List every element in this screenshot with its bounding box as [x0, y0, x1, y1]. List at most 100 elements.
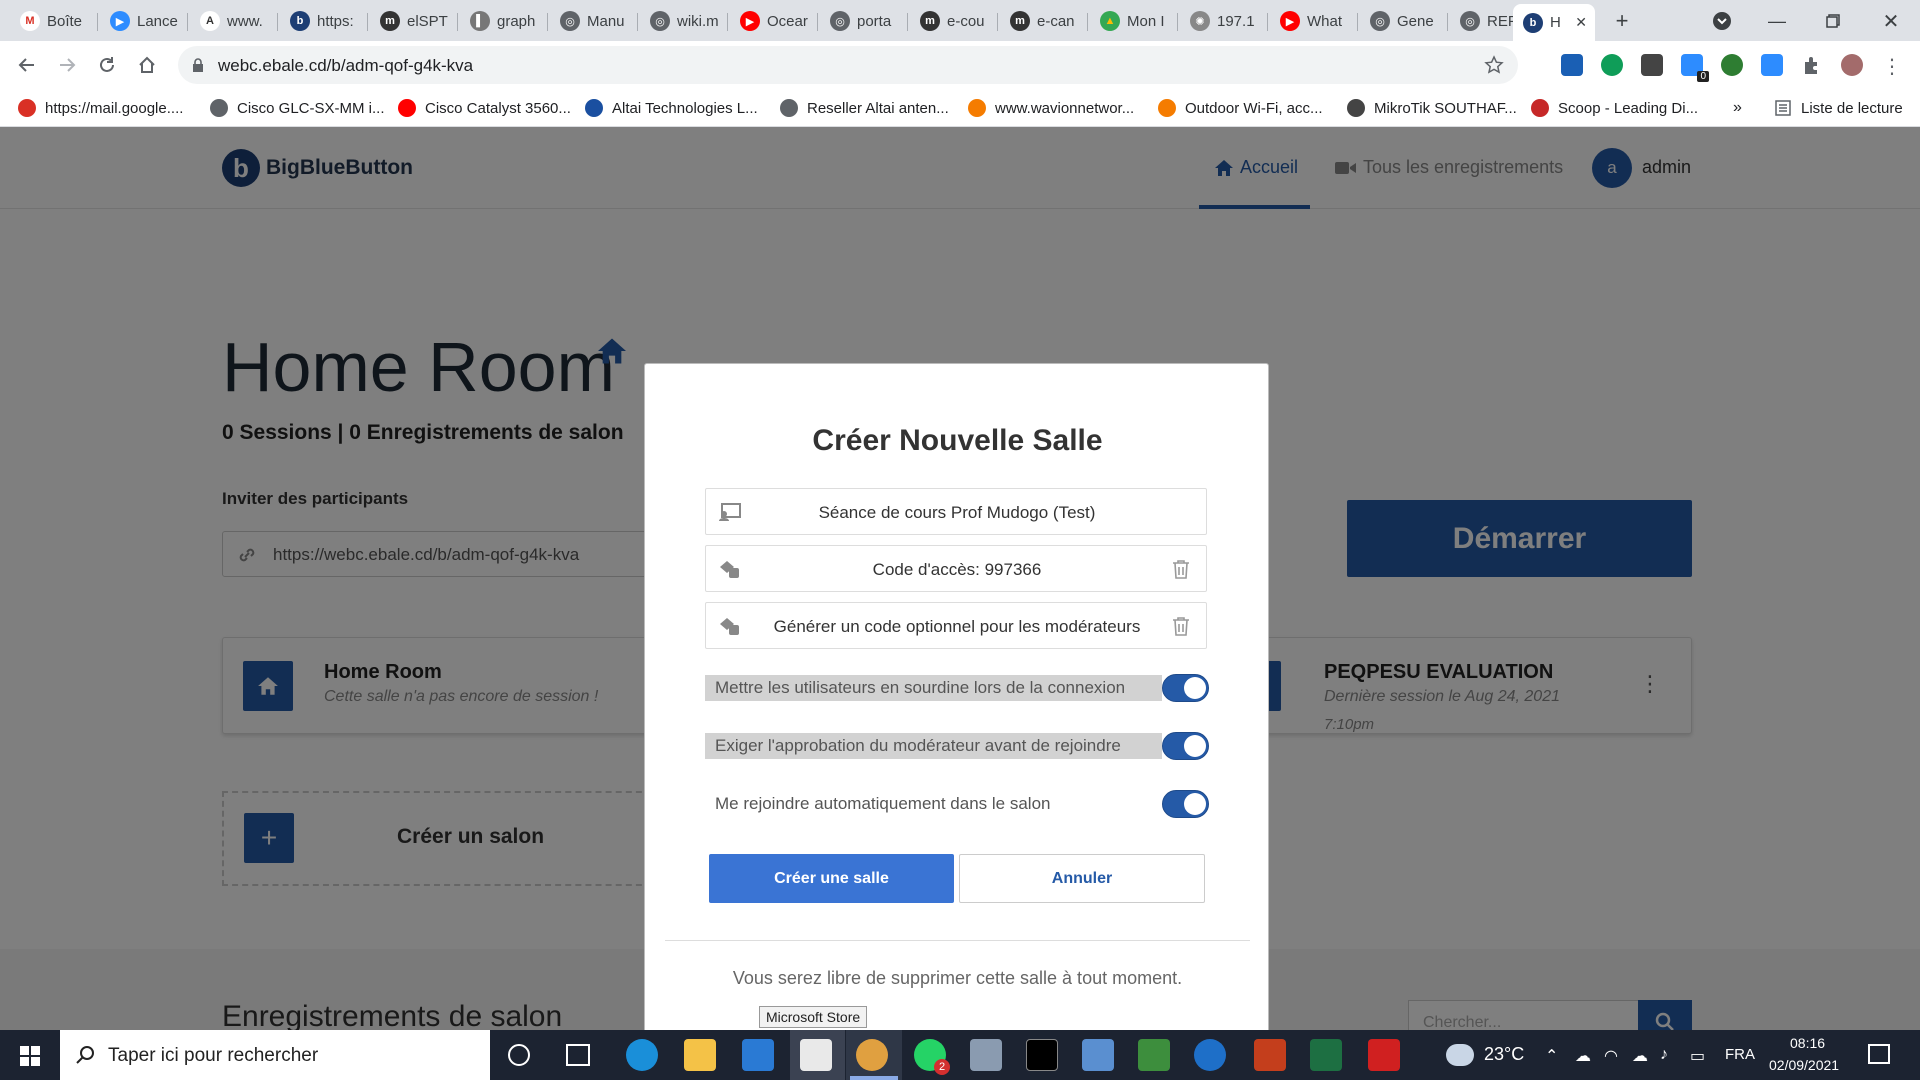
tray-chevron-icon[interactable]: ⌃ — [1545, 1046, 1558, 1066]
network-tool-icon[interactable] — [1368, 1039, 1400, 1071]
forward-button[interactable] — [50, 49, 84, 81]
phone-app-icon[interactable] — [1194, 1039, 1226, 1071]
kebab-menu-icon[interactable]: ⋮ — [1881, 54, 1903, 78]
browser-tab[interactable]: m elSPT — [370, 4, 458, 38]
weather-icon[interactable] — [1446, 1044, 1474, 1066]
mail-app-icon[interactable] — [742, 1039, 774, 1071]
bookmark-item[interactable]: MikroTik SOUTHAF... — [1347, 97, 1517, 119]
access-code-value: Code d'accès: 997366 — [872, 560, 1042, 579]
grid-extension-icon[interactable] — [1641, 54, 1663, 76]
address-bar[interactable]: webc.ebale.cd/b/adm-qof-g4k-kva — [178, 46, 1518, 84]
browser-tab[interactable]: ◎ Manu — [550, 4, 638, 38]
battery-icon[interactable]: ▭ — [1690, 1046, 1705, 1066]
home-button[interactable] — [130, 49, 164, 81]
zoom-extension-icon[interactable] — [1761, 54, 1783, 76]
reading-list-button[interactable]: Liste de lecture — [1775, 97, 1903, 119]
browser-tab[interactable]: ◎ Gene — [1360, 4, 1448, 38]
browser-tab[interactable]: ◎ porta — [820, 4, 908, 38]
bookmark-item[interactable]: Altai Technologies L... — [585, 97, 758, 119]
clock-date[interactable]: 02/09/2021 — [1769, 1057, 1839, 1073]
close-tab-icon[interactable]: ✕ — [1575, 14, 1587, 31]
profile-avatar[interactable] — [1841, 54, 1863, 76]
room-name-input[interactable]: Séance de cours Prof Mudogo (Test) — [705, 488, 1207, 535]
browser-tab[interactable]: ▲ Mon I — [1090, 4, 1178, 38]
powerpoint-app-icon[interactable] — [1254, 1039, 1286, 1071]
mute-on-join-toggle[interactable] — [1162, 674, 1209, 702]
task-view-icon[interactable] — [566, 1044, 590, 1066]
globe-extension-icon[interactable] — [1721, 54, 1743, 76]
cancel-button[interactable]: Annuler — [959, 854, 1205, 903]
browser-tab[interactable]: ▶ Ocear — [730, 4, 818, 38]
sync-extension-icon[interactable] — [1601, 54, 1623, 76]
chrome-app-icon[interactable] — [856, 1039, 888, 1071]
trash-icon[interactable] — [1172, 616, 1190, 636]
back-button[interactable] — [10, 49, 44, 81]
moderator-code-field[interactable]: Générer un code optionnel pour les modér… — [705, 602, 1207, 649]
cortana-icon[interactable] — [508, 1044, 530, 1066]
tab-separator — [1267, 13, 1268, 31]
access-code-field[interactable]: Code d'accès: 997366 — [705, 545, 1207, 592]
wifi-icon[interactable]: ◠ — [1604, 1046, 1618, 1066]
temperature[interactable]: 23°C — [1484, 1044, 1524, 1065]
browser-tab[interactable]: b H ✕ — [1513, 4, 1595, 41]
bookmark-item[interactable]: Scoop - Leading Di... — [1531, 97, 1698, 119]
tab-label: Ocear — [767, 12, 808, 30]
download-extension-icon[interactable] — [1561, 54, 1583, 76]
bookmark-item[interactable]: Reseller Altai anten... — [780, 97, 949, 119]
bookmarks-overflow-button[interactable]: » — [1733, 97, 1742, 119]
browser-tab[interactable]: m e-can — [1000, 4, 1088, 38]
browser-tab[interactable]: ▌ graph — [460, 4, 548, 38]
onedrive-icon[interactable]: ☁ — [1575, 1046, 1591, 1066]
bookmark-item[interactable]: Cisco Catalyst 3560... — [398, 97, 571, 119]
restore-button[interactable] — [1816, 6, 1850, 36]
close-window-button[interactable]: ✕ — [1874, 6, 1908, 36]
browser-tab[interactable]: ◎ wiki.m — [640, 4, 728, 38]
reload-button[interactable] — [90, 49, 124, 81]
browser-tab[interactable]: m e-cou — [910, 4, 998, 38]
browser-tab[interactable]: M Boîte — [10, 4, 98, 38]
notification-center-icon[interactable] — [1868, 1044, 1890, 1064]
microsoft-store-icon[interactable] — [800, 1039, 832, 1071]
browser-tab[interactable]: Awww. — [190, 4, 278, 38]
bookmark-item[interactable]: Outdoor Wi-Fi, acc... — [1158, 97, 1323, 119]
clock-time[interactable]: 08:16 — [1790, 1035, 1825, 1051]
require-approval-toggle[interactable] — [1162, 732, 1209, 760]
volume-icon[interactable]: ♪ — [1660, 1046, 1668, 1064]
remote-desktop-icon[interactable] — [1082, 1039, 1114, 1071]
trash-icon[interactable] — [1172, 559, 1190, 579]
tab-label: elSPT — [407, 12, 448, 30]
bookmark-item[interactable]: https://mail.google.... — [18, 97, 183, 119]
browser-tab[interactable]: ✺ 197.1 — [1180, 4, 1268, 38]
terminal-app-icon[interactable] — [1026, 1039, 1058, 1071]
whatsapp-app-icon[interactable]: 2 — [914, 1039, 950, 1075]
notepad-app-icon[interactable] — [1138, 1039, 1170, 1071]
tab-search-button[interactable] — [1705, 6, 1739, 36]
browser-tab[interactable]: b https: — [280, 4, 368, 38]
bookmark-favicon-icon — [585, 99, 603, 117]
auto-join-toggle[interactable] — [1162, 790, 1209, 818]
bookmark-item[interactable]: Cisco GLC-SX-MM i... — [210, 97, 385, 119]
star-icon[interactable] — [1484, 55, 1504, 75]
tab-favicon-icon: ▶ — [740, 11, 760, 31]
tab-favicon-icon: M — [20, 11, 40, 31]
new-tab-button[interactable]: + — [1605, 6, 1639, 36]
bookmark-item[interactable]: www.wavionnetwor... — [968, 97, 1134, 119]
cloud-sync-icon[interactable]: ☁ — [1632, 1046, 1648, 1066]
arrow-right-icon — [60, 58, 76, 72]
excel-app-icon[interactable] — [1310, 1039, 1342, 1071]
bookmark-label: Scoop - Leading Di... — [1558, 99, 1699, 117]
language-indicator[interactable]: FRA — [1725, 1046, 1755, 1063]
browser-tab[interactable]: ▶ Lance — [100, 4, 188, 38]
taskbar-search-box[interactable]: Taper ici pour rechercher — [60, 1030, 490, 1080]
browser-toolbar: webc.ebale.cd/b/adm-qof-g4k-kva 0 ⋮ — [0, 41, 1920, 89]
badge-extension-icon[interactable]: 0 — [1681, 54, 1709, 82]
file-explorer-icon[interactable] — [684, 1039, 716, 1071]
create-room-button[interactable]: Créer une salle — [709, 854, 954, 903]
calculator-app-icon[interactable] — [970, 1039, 1002, 1071]
tab-favicon-icon: ▶ — [110, 11, 130, 31]
edge-app-icon[interactable] — [626, 1039, 658, 1071]
browser-tab[interactable]: ▶ What — [1270, 4, 1358, 38]
start-button[interactable] — [0, 1030, 60, 1080]
puzzle-icon[interactable] — [1801, 54, 1823, 76]
minimize-button[interactable]: — — [1760, 6, 1794, 36]
